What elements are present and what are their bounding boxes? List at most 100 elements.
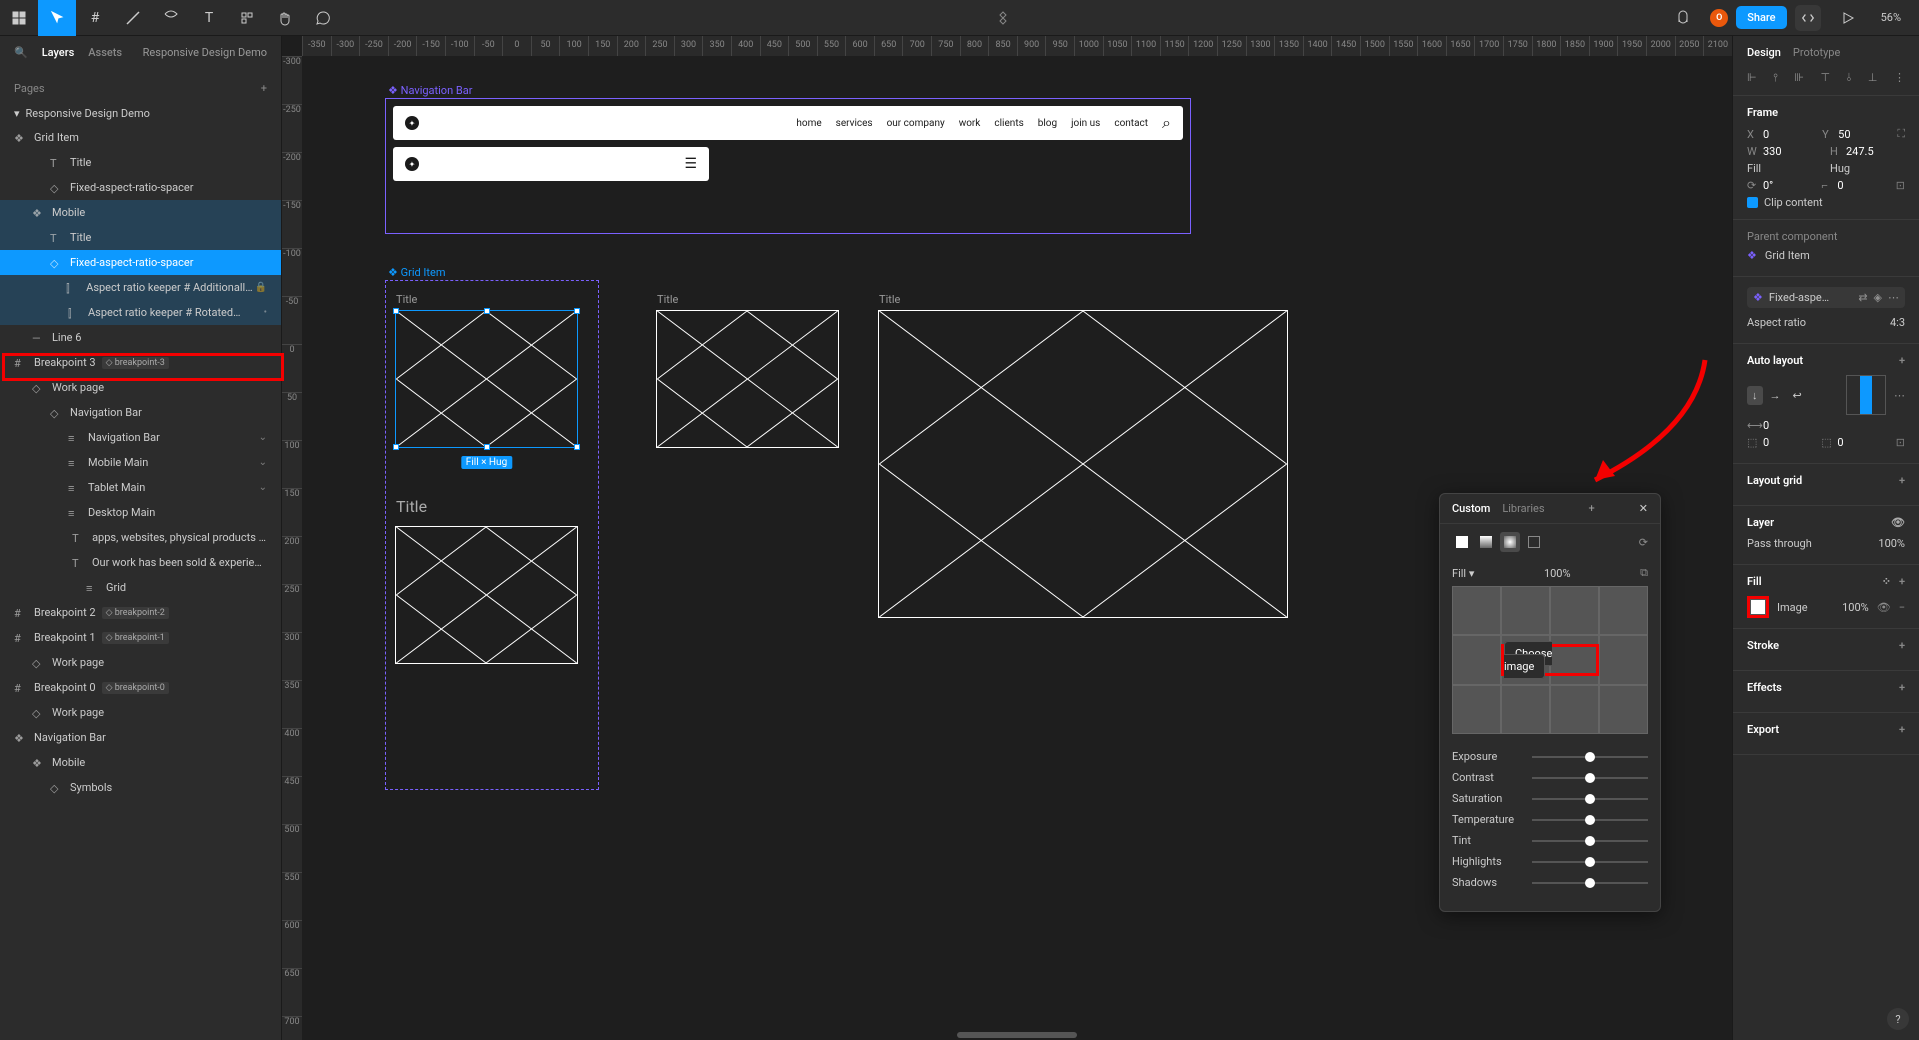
expand-icon[interactable]: ⌄ xyxy=(259,457,267,468)
grid-tile-3[interactable]: Title xyxy=(878,310,1288,618)
slider-exposure[interactable] xyxy=(1532,756,1648,758)
fill-type-label[interactable]: Image xyxy=(1777,601,1808,614)
expand-icon[interactable]: ⌄ xyxy=(259,482,267,493)
text-tool[interactable]: T xyxy=(190,0,228,36)
fill-styles-icon[interactable]: ⁘ xyxy=(1882,575,1891,588)
clip-content-checkbox[interactable] xyxy=(1747,197,1758,208)
layer-row[interactable]: —Line 6 xyxy=(0,325,281,350)
y-input[interactable]: 50 xyxy=(1838,128,1850,141)
grid-tile-4[interactable]: Title xyxy=(395,526,578,664)
fill-rotate-icon[interactable]: ⟳ xyxy=(1639,536,1648,549)
gap-input[interactable]: 0 xyxy=(1763,419,1769,432)
zoom-level[interactable]: 56% xyxy=(1875,11,1907,24)
fill-crop-icon[interactable]: ⧉ xyxy=(1640,566,1648,580)
layer-tree[interactable]: ❖Grid ItemTTitle◇Fixed-aspect-ratio-spac… xyxy=(0,125,281,1040)
fill-add-icon[interactable]: + xyxy=(1899,575,1905,588)
fill-solid-icon[interactable] xyxy=(1452,532,1472,552)
pad-h-input[interactable]: 0 xyxy=(1763,436,1769,449)
layer-row[interactable]: #Breakpoint 3◇ breakpoint-3 xyxy=(0,350,281,375)
present-button[interactable] xyxy=(1829,0,1867,36)
align-vcenter-icon[interactable]: ⫰ xyxy=(1847,71,1852,85)
user-avatar[interactable]: O xyxy=(1710,9,1728,27)
layer-row[interactable]: Tapps, websites, physical products & int… xyxy=(0,525,281,550)
resources-tool[interactable] xyxy=(228,0,266,36)
dev-mode-button[interactable] xyxy=(1795,5,1821,31)
layer-row[interactable]: #Breakpoint 1◇ breakpoint-1 xyxy=(0,625,281,650)
layer-row[interactable]: TTitle xyxy=(0,150,281,175)
pen-tool[interactable] xyxy=(114,0,152,36)
layer-row[interactable]: ◇Symbols xyxy=(0,775,281,800)
resize-h-dropdown[interactable]: Hug xyxy=(1830,162,1850,175)
alignment-box[interactable] xyxy=(1846,375,1886,415)
fill-radial-icon[interactable] xyxy=(1500,532,1520,552)
resize-w-dropdown[interactable]: Fill xyxy=(1747,162,1761,175)
radius-input[interactable]: 0 xyxy=(1837,179,1843,192)
autolayout-more-icon[interactable]: ⋯ xyxy=(1894,389,1905,402)
shape-tool[interactable] xyxy=(152,0,190,36)
component-menu-icon[interactable] xyxy=(984,0,1022,36)
layer-row[interactable]: ⫿Aspect ratio keeper # Additionally …🔒 xyxy=(0,275,281,300)
align-right-icon[interactable]: ⊪ xyxy=(1794,71,1804,85)
effects-add-icon[interactable]: + xyxy=(1899,681,1905,694)
comment-tool[interactable] xyxy=(304,0,342,36)
slider-saturation[interactable] xyxy=(1532,798,1648,800)
prototype-tab[interactable]: Prototype xyxy=(1793,46,1840,59)
frame-tool[interactable]: # xyxy=(76,0,114,36)
popover-custom-tab[interactable]: Custom xyxy=(1452,502,1490,515)
frame-label-griditem[interactable]: ❖ Grid Item xyxy=(388,266,446,279)
stroke-add-icon[interactable]: + xyxy=(1899,639,1905,652)
layer-row[interactable]: ≡Grid xyxy=(0,575,281,600)
blend-mode-dropdown[interactable]: Pass through xyxy=(1747,537,1812,550)
layer-row[interactable]: #Breakpoint 2◇ breakpoint-2 xyxy=(0,600,281,625)
audio-icon[interactable] xyxy=(1664,0,1702,36)
layer-row[interactable]: ≡Mobile Main⌄ xyxy=(0,450,281,475)
layers-tab[interactable]: Layers xyxy=(42,46,75,59)
help-button[interactable]: ? xyxy=(1887,1008,1909,1030)
expand-icon[interactable]: ⌄ xyxy=(259,432,267,443)
layer-row[interactable]: ◇Fixed-aspect-ratio-spacer xyxy=(0,175,281,200)
hamburger-icon[interactable]: ☰ xyxy=(684,156,697,172)
canvas-scrollbar[interactable] xyxy=(957,1032,1077,1038)
instance-more-icon[interactable]: ⋯ xyxy=(1888,291,1899,304)
layer-row[interactable]: ◇Work page xyxy=(0,700,281,725)
parent-component-link[interactable]: Grid Item xyxy=(1765,249,1810,262)
direction-horizontal-icon[interactable]: → xyxy=(1765,386,1786,405)
popover-add-icon[interactable]: + xyxy=(1589,502,1595,515)
layer-row[interactable]: ≡Tablet Main⌄ xyxy=(0,475,281,500)
align-more-icon[interactable]: ⋮ xyxy=(1894,71,1905,85)
layer-row[interactable]: ≡Navigation Bar⌄ xyxy=(0,425,281,450)
fill-visibility-icon[interactable]: 👁 xyxy=(1877,601,1891,614)
move-tool[interactable] xyxy=(38,0,76,36)
main-menu-button[interactable] xyxy=(0,0,38,36)
direction-vertical-icon[interactable]: ↓ xyxy=(1747,386,1763,405)
fill-opacity-input[interactable]: 100% xyxy=(1842,601,1869,614)
nav-link[interactable]: services xyxy=(836,118,873,129)
assets-tab[interactable]: Assets xyxy=(88,46,122,59)
instance-swap-icon[interactable]: ⇄ xyxy=(1858,291,1867,304)
layer-row[interactable]: #Breakpoint 0◇ breakpoint-0 xyxy=(0,675,281,700)
layer-row[interactable]: ◇Work page xyxy=(0,375,281,400)
search-icon[interactable]: 🔍 xyxy=(14,46,28,59)
layer-row[interactable]: TTitle xyxy=(0,225,281,250)
layer-row[interactable]: ◇Fixed-aspect-ratio-spacer xyxy=(0,250,281,275)
grid-tile-2[interactable]: Title xyxy=(656,310,839,448)
nav-link[interactable]: our company xyxy=(887,118,945,129)
aspect-ratio-value[interactable]: 4:3 xyxy=(1890,316,1905,329)
page-name[interactable]: Responsive Design Demo xyxy=(26,107,150,120)
layer-row[interactable]: ❖Navigation Bar xyxy=(0,725,281,750)
align-top-icon[interactable]: ⊤ xyxy=(1820,71,1830,85)
layer-visibility-icon[interactable]: 👁 xyxy=(1891,516,1905,529)
layer-row[interactable]: ≡Desktop Main xyxy=(0,500,281,525)
w-input[interactable]: 330 xyxy=(1763,145,1782,158)
align-left-icon[interactable]: ⊩ xyxy=(1747,71,1757,85)
nav-link[interactable]: work xyxy=(959,118,981,129)
nav-link[interactable]: home xyxy=(796,118,821,129)
add-page-button[interactable]: + xyxy=(261,82,267,95)
x-input[interactable]: 0 xyxy=(1763,128,1769,141)
autolayout-add-icon[interactable]: + xyxy=(1899,354,1905,367)
share-button[interactable]: Share xyxy=(1736,6,1786,29)
fill-scale-input[interactable]: 100% xyxy=(1544,567,1571,580)
slider-shadows[interactable] xyxy=(1532,882,1648,884)
grid-tile-1[interactable]: Title Fill × Hug xyxy=(395,310,578,448)
nav-link[interactable]: blog xyxy=(1038,118,1057,129)
